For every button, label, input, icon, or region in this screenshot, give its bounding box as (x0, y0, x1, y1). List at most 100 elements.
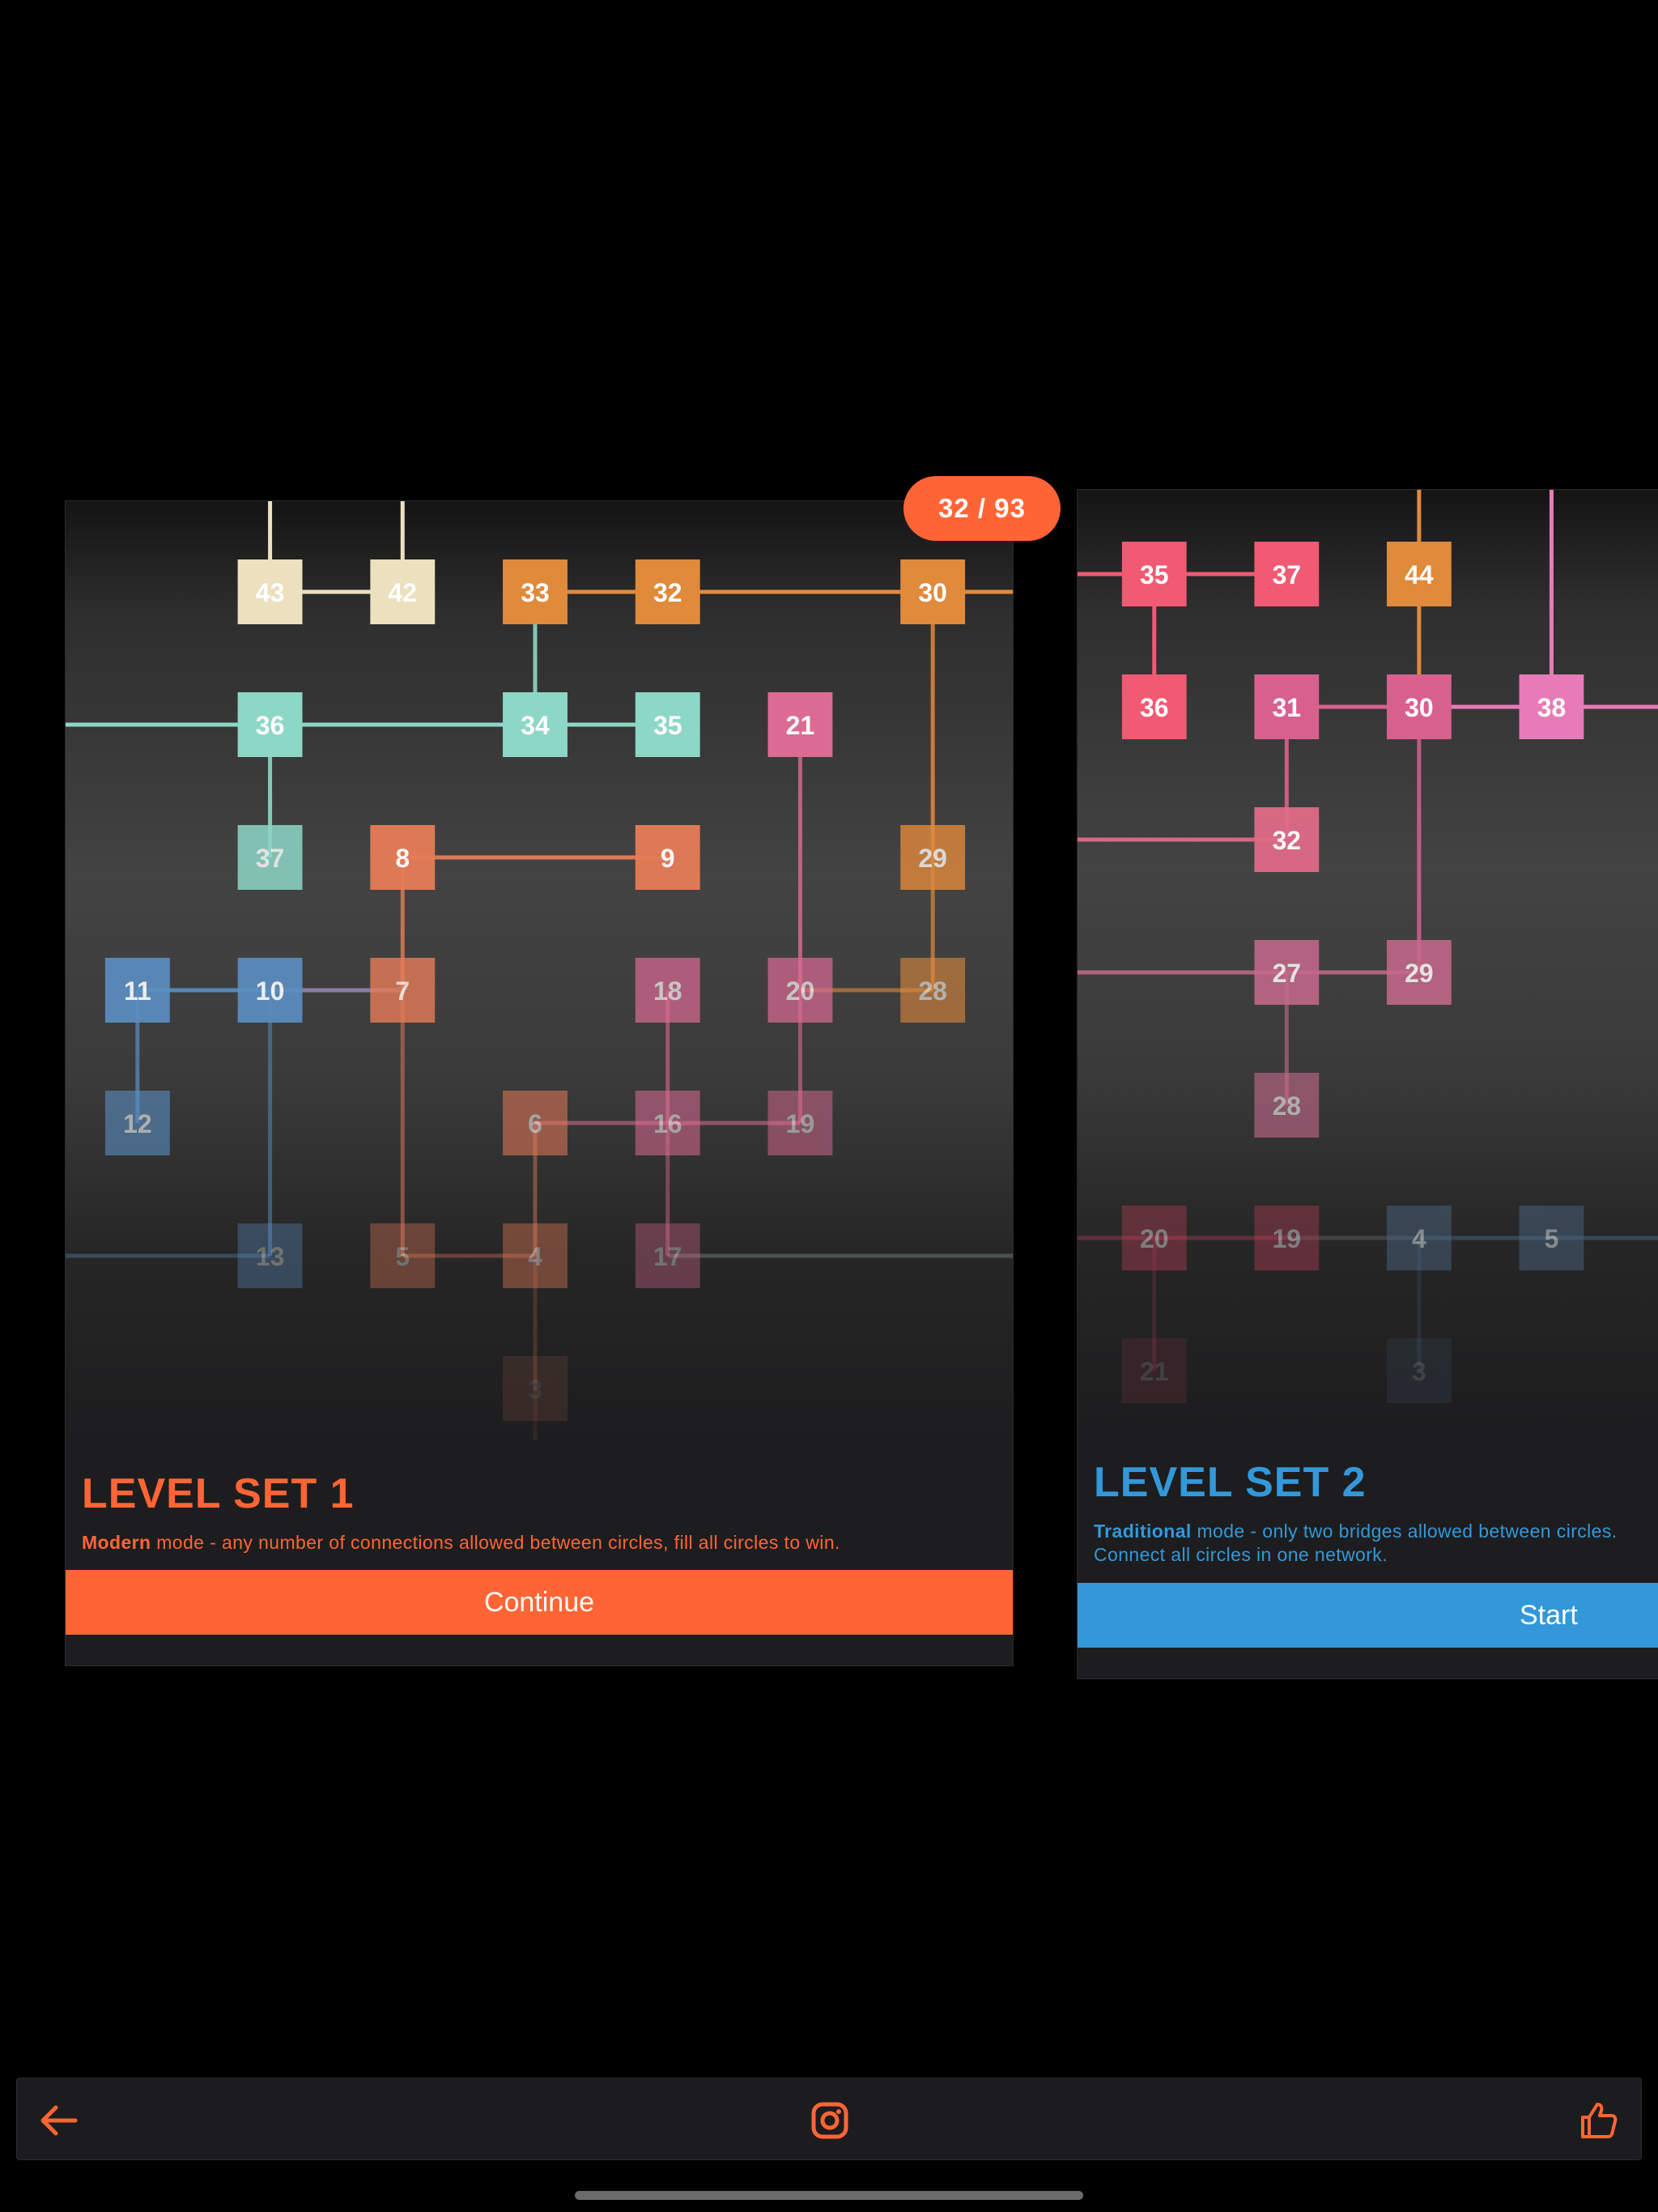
level-set-1-node-label: 8 (395, 844, 410, 873)
level-set-1-mode-text: mode - any number of connections allowed… (151, 1532, 840, 1553)
start-button[interactable]: Start (1078, 1583, 1658, 1648)
level-set-1-node: 43 (237, 559, 303, 624)
level-set-1-node-label: 29 (918, 844, 947, 873)
level-set-1-node-label: 6 (528, 1109, 542, 1138)
level-set-2-node: 37 (1254, 542, 1320, 606)
level-set-2-node-label: 29 (1405, 959, 1433, 988)
level-set-1-node-label: 21 (786, 711, 815, 740)
level-set-2-node: 5 (1519, 1206, 1584, 1270)
level-set-2-node: 19 (1254, 1206, 1320, 1270)
level-set-1-node-label: 34 (521, 711, 550, 740)
level-set-1-node: 30 (900, 559, 966, 624)
level-set-1-node: 21 (767, 692, 833, 757)
level-set-1-node: 10 (237, 958, 303, 1023)
level-set-1-node-label: 4 (528, 1242, 542, 1271)
level-set-2-node-label: 3 (1412, 1357, 1426, 1386)
level-set-2-node-label: 36 (1140, 693, 1168, 722)
level-set-1-node: 29 (900, 825, 966, 890)
level-set-1-node-label: 5 (395, 1242, 410, 1271)
home-indicator (575, 2191, 1083, 2200)
level-set-2-node: 32 (1254, 807, 1320, 872)
level-set-1-mode-name: Modern (82, 1532, 151, 1553)
level-set-1-node-label: 10 (256, 976, 285, 1006)
level-set-1-card[interactable]: 43 42 33 32 30 36 34 35 21 37 8 9 29 11 10 7 18 20 28 12 6 16… (65, 500, 1014, 1666)
level-set-2-node: 30 (1386, 674, 1452, 739)
level-set-2-board: 35 37 44 36 31 30 38 32 27 29 28 20 19 4 5 21 3 (1078, 490, 1658, 1403)
level-set-1-node-label: 33 (521, 578, 550, 607)
level-set-2-node-label: 31 (1273, 693, 1301, 722)
level-set-2-mode-name: Traditional (1094, 1521, 1192, 1542)
level-set-2-node: 3 (1386, 1338, 1452, 1403)
level-set-1-node: 32 (635, 559, 700, 624)
level-set-1-node: 4 (503, 1223, 568, 1288)
level-set-2-node-label: 4 (1412, 1224, 1426, 1253)
level-set-1-node: 35 (635, 692, 700, 757)
level-set-1-node: 12 (104, 1091, 170, 1155)
level-set-1-board: 43 42 33 32 3036 34 35 2137 8 9 2911 10 7 18 20 2812 6 16… (66, 501, 1013, 1440)
level-set-1-node: 5 (370, 1223, 436, 1288)
level-set-1-node: 18 (635, 958, 700, 1023)
level-set-1-description: Modern mode - any number of connections … (82, 1531, 997, 1555)
level-set-1-node: 7 (370, 958, 436, 1023)
level-set-2-card[interactable]: 35 37 44 36 31 30 38 32 27 29 28 20 19 4 5 21 3 LEVEL SE… (1077, 489, 1658, 1679)
level-set-2-node-label: 38 (1537, 693, 1566, 722)
level-set-1-node: 16 (635, 1091, 700, 1155)
continue-button[interactable]: Continue (66, 1570, 1013, 1635)
level-set-2-node: 4 (1386, 1206, 1452, 1270)
level-set-1-node: 9 (635, 825, 700, 890)
level-set-2-node: 29 (1386, 940, 1452, 1005)
level-set-1-node: 34 (503, 692, 568, 757)
level-set-1-title: LEVEL SET 1 (82, 1470, 355, 1517)
level-set-1-node-label: 42 (389, 578, 418, 607)
level-set-1-node: 20 (767, 958, 833, 1023)
level-set-1-node-label: 30 (918, 578, 947, 607)
progress-badge: 32 / 93 (903, 476, 1061, 541)
back-arrow-icon[interactable] (38, 2099, 80, 2142)
level-set-2-node: 20 (1121, 1206, 1187, 1270)
level-set-2-node-label: 28 (1273, 1091, 1301, 1121)
level-set-1-node: 13 (237, 1223, 303, 1288)
level-set-2-node: 36 (1121, 674, 1187, 739)
level-set-1-node: 11 (104, 958, 170, 1023)
level-set-1-node: 33 (503, 559, 568, 624)
level-set-2-description: Traditional mode - only two bridges allo… (1094, 1520, 1658, 1567)
level-set-1-node-label: 36 (256, 711, 285, 740)
level-set-2-node: 21 (1121, 1338, 1187, 1403)
level-set-2-node: 31 (1254, 674, 1320, 739)
level-set-2-node: 38 (1519, 674, 1584, 739)
level-set-1-node-label: 16 (653, 1109, 682, 1138)
level-set-1-node-label: 20 (786, 976, 815, 1006)
level-set-2-node-label: 5 (1545, 1224, 1559, 1253)
level-set-1-node: 19 (767, 1091, 833, 1155)
level-set-1-node: 42 (370, 559, 436, 624)
level-set-2-node: 44 (1386, 542, 1452, 606)
level-set-1-node-label: 17 (653, 1242, 682, 1271)
level-set-1-node-label: 32 (653, 578, 682, 607)
level-set-1-preview: 43 42 33 32 30 36 34 35 21 37 8 9 29 11 10 7 18 20 28 12 6 16… (66, 501, 1013, 1440)
level-set-1-node-label: 12 (123, 1109, 152, 1138)
level-set-1-node-label: 9 (661, 844, 675, 873)
bottom-toolbar (16, 2078, 1642, 2160)
level-set-1-node: 6 (503, 1091, 568, 1155)
level-set-2-node-label: 35 (1140, 560, 1168, 589)
level-set-2-node: 27 (1254, 940, 1320, 1005)
level-set-1-node: 8 (370, 825, 436, 890)
level-set-1-node: 37 (237, 825, 303, 890)
level-set-1-node-label: 13 (256, 1242, 285, 1271)
level-set-2-node-label: 37 (1273, 560, 1301, 589)
level-set-2-node: 28 (1254, 1073, 1320, 1138)
level-set-1-node-label: 7 (395, 976, 410, 1006)
thumbs-up-icon[interactable] (1578, 2099, 1620, 2142)
level-set-2-node-label: 20 (1140, 1224, 1168, 1253)
level-set-1-node-label: 37 (256, 844, 285, 873)
level-set-2-node-label: 44 (1405, 560, 1434, 589)
level-set-1-node-label: 3 (528, 1375, 542, 1404)
level-set-1-node-label: 18 (653, 976, 682, 1006)
level-set-2-node-label: 19 (1273, 1224, 1301, 1253)
level-set-1-node: 36 (237, 692, 303, 757)
level-set-1-node: 28 (900, 958, 966, 1023)
level-set-2-title: LEVEL SET 2 (1094, 1459, 1367, 1506)
level-set-1-node-label: 35 (653, 711, 682, 740)
instagram-icon[interactable] (809, 2099, 851, 2142)
level-set-1-node: 3 (503, 1356, 568, 1421)
